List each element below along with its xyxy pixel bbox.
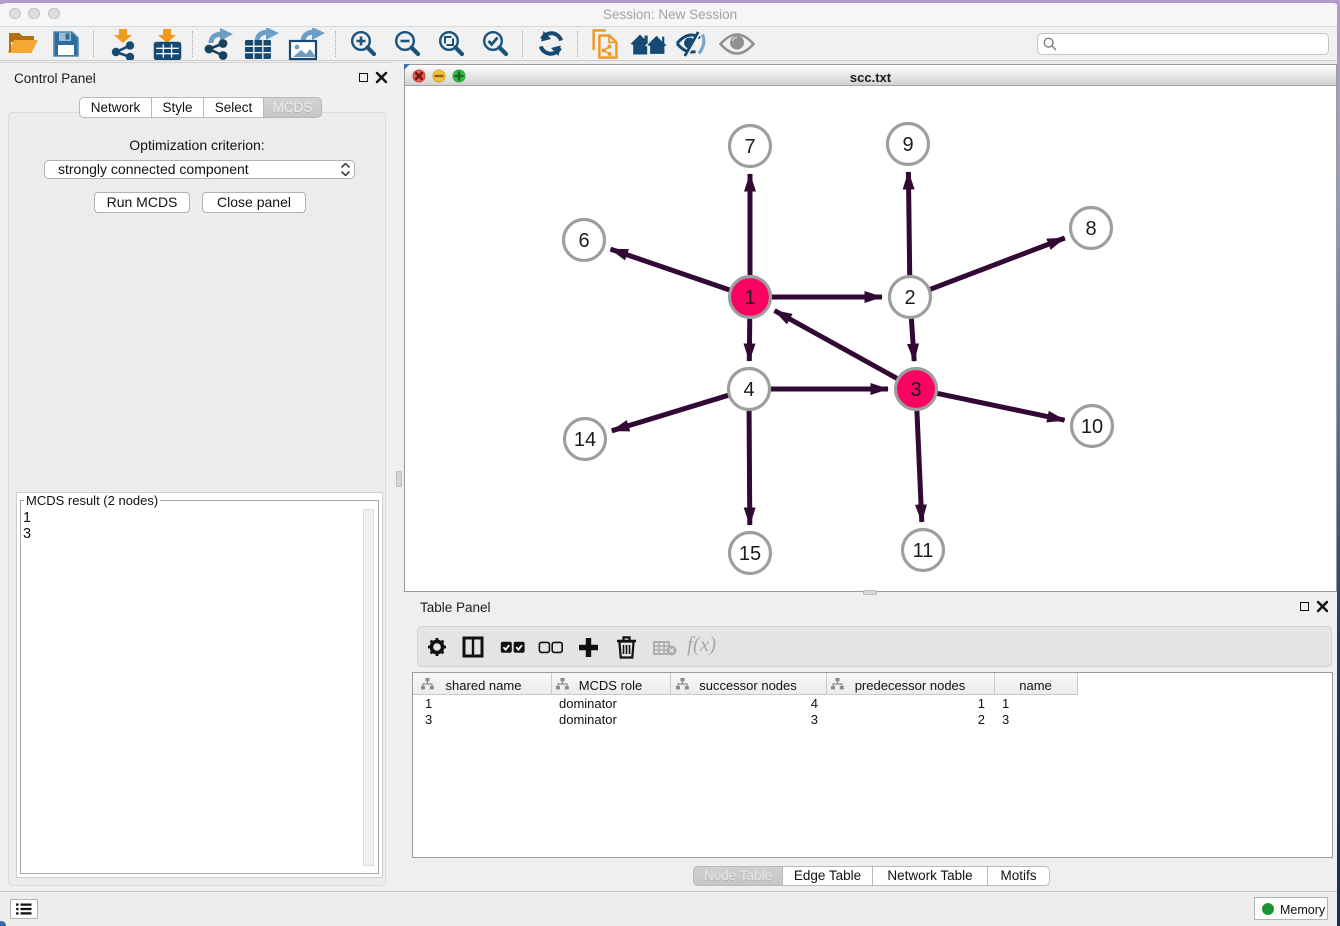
svg-text:3: 3 bbox=[910, 379, 921, 401]
svg-text:2: 2 bbox=[904, 287, 915, 309]
svg-text:1: 1 bbox=[744, 287, 755, 309]
svg-text:8: 8 bbox=[1085, 218, 1096, 240]
svg-text:6: 6 bbox=[578, 230, 589, 252]
svg-text:7: 7 bbox=[744, 136, 755, 158]
svg-text:14: 14 bbox=[574, 429, 596, 451]
svg-text:4: 4 bbox=[743, 379, 754, 401]
svg-text:10: 10 bbox=[1081, 416, 1103, 438]
svg-text:9: 9 bbox=[902, 134, 913, 156]
svg-text:15: 15 bbox=[739, 543, 761, 565]
svg-text:11: 11 bbox=[913, 540, 934, 562]
